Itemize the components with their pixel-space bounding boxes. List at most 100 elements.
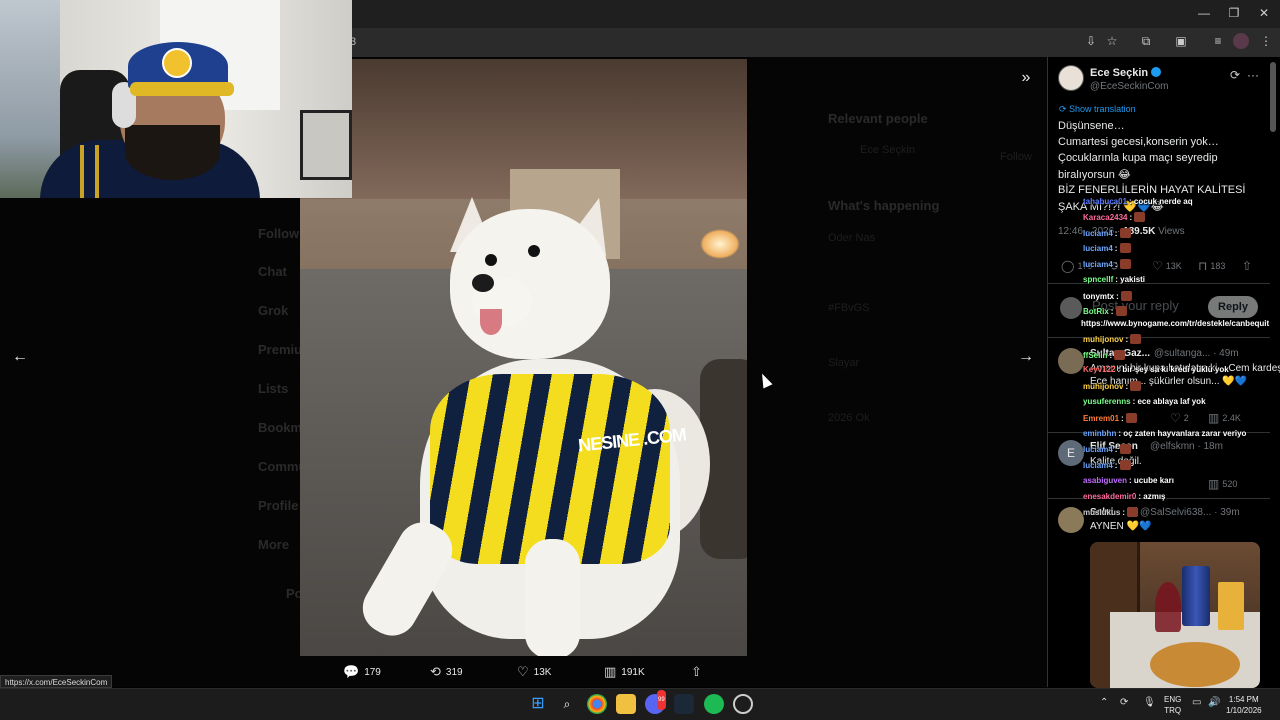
reply-author-handle[interactable]: @elfskmn · 18m — [1150, 441, 1223, 452]
chat-separator: : — [1114, 461, 1120, 470]
nav-more: More — [258, 537, 290, 552]
chat-text: azmış — [1143, 492, 1166, 501]
install-icon[interactable]: ⇩ — [1083, 33, 1099, 49]
reply-like-action[interactable]: ♡ 2 — [1170, 411, 1189, 425]
views-count: 191K — [621, 666, 645, 678]
discord-icon[interactable]: 99 — [645, 690, 666, 714]
chat-username[interactable]: tonymtx — [1083, 292, 1114, 301]
system-clock[interactable]: 1:54 PM 1/10/2026 — [1226, 694, 1262, 716]
share-icon: ⇧ — [1242, 259, 1253, 273]
restore-icon[interactable]: ❐ — [1224, 6, 1244, 20]
author-handle[interactable]: @EceSeckinCom — [1090, 81, 1169, 92]
author-avatar[interactable] — [1058, 65, 1084, 91]
chat-username[interactable]: luciam4 — [1083, 244, 1113, 253]
nav-grok: Grok — [258, 303, 289, 318]
repost-stat[interactable]: ⟲ 319 — [430, 664, 463, 680]
display-icon[interactable]: ▭ — [1192, 697, 1201, 708]
search-icon[interactable]: ⌕ — [557, 694, 577, 714]
file-explorer-icon[interactable] — [616, 694, 636, 714]
reply-icon: 💬 — [343, 664, 360, 679]
media-image[interactable]: NESINE .COM — [300, 59, 747, 656]
chat-username[interactable]: eminbhn — [1083, 429, 1116, 438]
reply-avatar[interactable] — [1058, 348, 1084, 374]
network-sync-icon[interactable]: ⟳ — [1120, 697, 1128, 708]
chat-username[interactable]: yusuferenns — [1083, 397, 1131, 406]
start-icon[interactable]: ⊞ — [528, 694, 548, 714]
chat-emote-icon — [1125, 413, 1137, 423]
chat-username[interactable]: ffSelin — [1083, 351, 1107, 360]
whats-happening-heading: What's happening — [828, 198, 940, 213]
chat-username[interactable]: tahabuca01 — [1083, 197, 1127, 206]
reply-views-action[interactable]: ▥ 520 — [1208, 477, 1237, 491]
chat-username[interactable]: luciam4 — [1083, 445, 1113, 454]
panel-like-action[interactable]: ♡ 13K — [1152, 259, 1182, 273]
chat-username[interactable]: luciam4 — [1083, 461, 1113, 470]
reply-avatar[interactable] — [1058, 507, 1084, 533]
reply-button[interactable]: Reply — [1208, 296, 1258, 318]
reply-photo[interactable] — [1090, 542, 1260, 688]
like-stat[interactable]: ♡ 13K — [517, 664, 551, 680]
chat-emote-icon — [1115, 306, 1127, 316]
chat-username[interactable]: muhijonov — [1083, 382, 1123, 391]
panel-share-action[interactable]: ⇧ — [1242, 259, 1252, 273]
previous-arrow-icon[interactable]: ← — [8, 345, 32, 369]
reply-stat[interactable]: 💬 179 — [343, 664, 381, 680]
reply-author-handle[interactable]: @SalSelvi638... · 39m — [1140, 507, 1240, 518]
chat-message: yusuferenns: ece ablaya laf yok — [1083, 397, 1206, 406]
chrome-icon[interactable] — [587, 694, 607, 714]
chat-username[interactable]: Emrem01 — [1083, 414, 1119, 423]
minimize-icon[interactable]: — — [1194, 6, 1214, 20]
panel-bookmark-action[interactable]: ⊓ 183 — [1198, 259, 1225, 273]
chat-username[interactable]: spncellf — [1083, 275, 1113, 284]
dog-leg — [525, 539, 580, 656]
chat-username[interactable]: asabiguven — [1083, 476, 1127, 485]
divider — [1048, 283, 1270, 284]
split-view-icon[interactable]: ▣ — [1173, 33, 1189, 49]
divider — [1048, 337, 1270, 338]
next-arrow-icon[interactable]: → — [1014, 345, 1038, 369]
steam-icon[interactable] — [674, 694, 694, 714]
dog-eye — [528, 245, 540, 257]
reply-avatar[interactable]: E — [1058, 440, 1084, 466]
language-indicator[interactable]: ENG TRQ — [1164, 694, 1181, 716]
chart-icon: ▥ — [1208, 477, 1220, 491]
chat-emote-icon — [1119, 243, 1131, 253]
menu-icon[interactable]: ⋮ — [1258, 33, 1274, 49]
obs-icon[interactable] — [733, 694, 753, 714]
chat-username[interactable]: Keyv122 — [1083, 365, 1115, 374]
chat-username[interactable]: enesakdemir0 — [1083, 492, 1136, 501]
profile-avatar-icon[interactable] — [1233, 33, 1249, 49]
chat-message: luciam4: — [1083, 228, 1131, 238]
microphone-icon[interactable]: 🎙 — [1143, 697, 1156, 708]
chat-username[interactable]: luciam4 — [1083, 260, 1113, 269]
extensions-icon[interactable]: ⧉ — [1138, 33, 1154, 49]
spotify-icon[interactable] — [704, 694, 724, 714]
chat-emote-icon — [1130, 334, 1142, 344]
chat-emote-icon — [1127, 507, 1139, 517]
chat-separator: : — [1110, 307, 1116, 316]
reading-list-icon[interactable]: ≡ — [1210, 33, 1226, 49]
share-stat[interactable]: ⇧ — [691, 664, 702, 680]
chat-message: luciam4: — [1083, 243, 1131, 253]
show-translation-link[interactable]: ⟳ Show translation — [1059, 104, 1136, 115]
chat-username[interactable]: BotRix — [1083, 307, 1109, 316]
chat-username[interactable]: muhijonov — [1083, 335, 1123, 344]
chat-username[interactable]: muslukus — [1083, 508, 1120, 517]
close-icon[interactable]: ✕ — [1254, 6, 1274, 20]
reply-views-action[interactable]: ▥ 2.4K — [1208, 411, 1241, 425]
more-options-icon[interactable]: ··· — [1245, 67, 1261, 83]
volume-icon[interactable]: 🔊 — [1208, 697, 1220, 708]
scrollbar[interactable] — [1270, 62, 1276, 132]
tweet-time[interactable]: 12:46 — [1058, 226, 1083, 237]
star-icon[interactable]: ☆ — [1104, 33, 1120, 49]
views-stat[interactable]: ▥ 191K — [604, 664, 645, 680]
chat-username[interactable]: Karaca2434 — [1083, 213, 1127, 222]
chat-emote-icon — [1130, 381, 1142, 391]
reply-author-handle[interactable]: @sultanga... · 49m — [1154, 348, 1239, 359]
chat-username[interactable]: luciam4 — [1083, 229, 1113, 238]
tray-chevron-icon[interactable]: ⌃ — [1100, 697, 1108, 708]
grok-icon[interactable]: ⟳ — [1227, 67, 1243, 83]
collapse-panel-icon[interactable]: » — [1014, 66, 1038, 90]
author-name[interactable]: Ece Seçkin — [1090, 67, 1162, 79]
webcam-frame — [300, 110, 352, 180]
